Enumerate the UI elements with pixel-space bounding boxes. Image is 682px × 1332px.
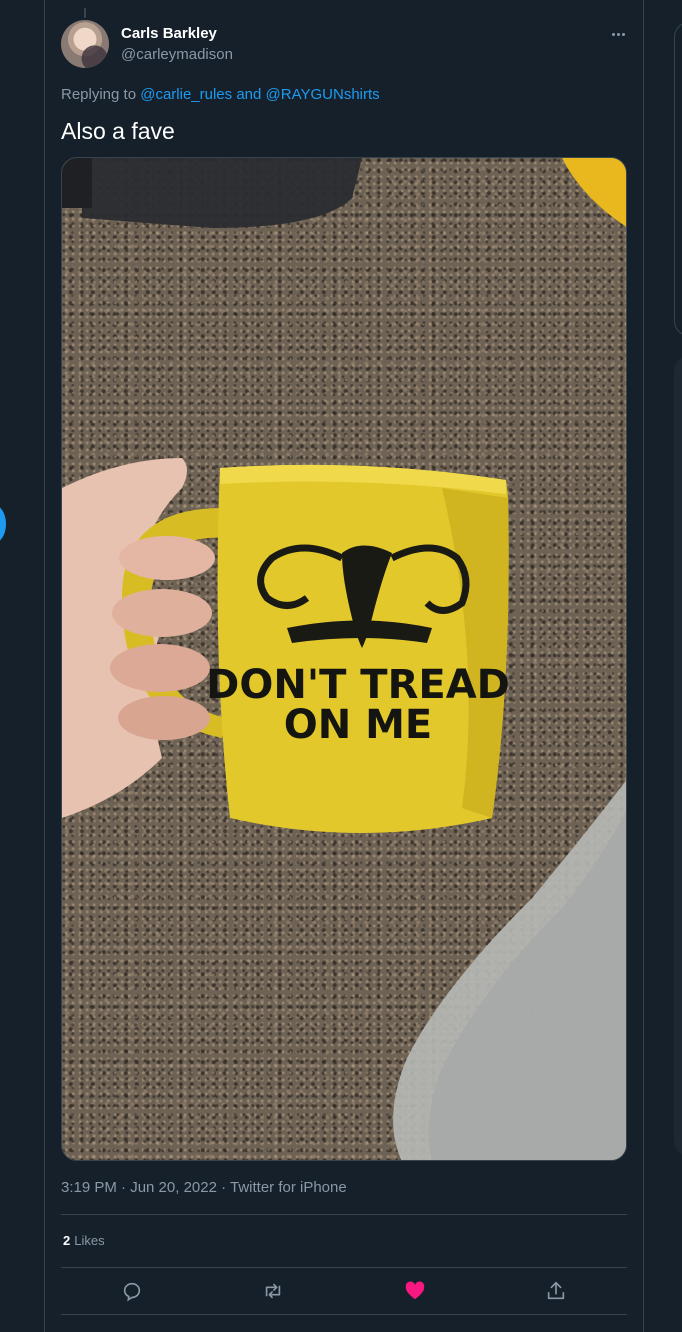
mention-link-1[interactable]: @carlie_rules <box>140 86 232 103</box>
share-icon <box>548 1281 565 1300</box>
share-button[interactable] <box>536 1271 576 1311</box>
mention-link-2[interactable]: @RAYGUNshirts <box>266 86 380 103</box>
mention-joiner: and <box>236 86 262 103</box>
mug-photo-illustration: DON'T TREAD ON ME <box>62 158 626 1160</box>
tweet-text: Also a fave <box>61 118 175 144</box>
like-button[interactable] <box>395 1271 435 1311</box>
tweet-photo[interactable]: DON'T TREAD ON ME <box>61 157 627 1161</box>
likes-number: 2 <box>63 1233 71 1248</box>
more-options-icon[interactable] <box>604 24 632 44</box>
divider-top <box>61 1214 627 1215</box>
tweet-timestamp[interactable]: 3:19 PM · Jun 20, 2022 · Twitter for iPh… <box>61 1179 347 1196</box>
compose-button-edge[interactable] <box>0 505 6 543</box>
sidebar-trends-panel-edge <box>674 356 682 1156</box>
avatar[interactable] <box>61 20 109 68</box>
reply-icon <box>123 1282 140 1302</box>
replying-to-line: Replying to @carlie_rules and @RAYGUNshi… <box>61 86 380 103</box>
likes-count[interactable]: 2 Likes <box>63 1233 105 1248</box>
tweet-detail-page: Carls Barkley @carleymadison Replying to… <box>0 0 682 1332</box>
heart-icon <box>405 1281 425 1300</box>
display-name[interactable]: Carls Barkley <box>121 25 217 42</box>
replying-to-prefix: Replying to <box>61 86 137 103</box>
thread-connector-line <box>84 8 86 18</box>
user-handle[interactable]: @carleymadison <box>121 46 233 63</box>
mug-text-line2: ON ME <box>284 702 433 748</box>
column-border-left <box>44 0 45 1332</box>
reply-button[interactable] <box>112 1271 152 1311</box>
column-border-right <box>643 0 644 1332</box>
tweet-action-bar <box>61 1268 627 1314</box>
retweet-icon <box>266 1283 281 1299</box>
divider-bottom <box>61 1314 627 1315</box>
likes-label: Likes <box>74 1233 105 1248</box>
retweet-button[interactable] <box>253 1271 293 1311</box>
sidebar-search-panel-edge <box>674 22 682 336</box>
